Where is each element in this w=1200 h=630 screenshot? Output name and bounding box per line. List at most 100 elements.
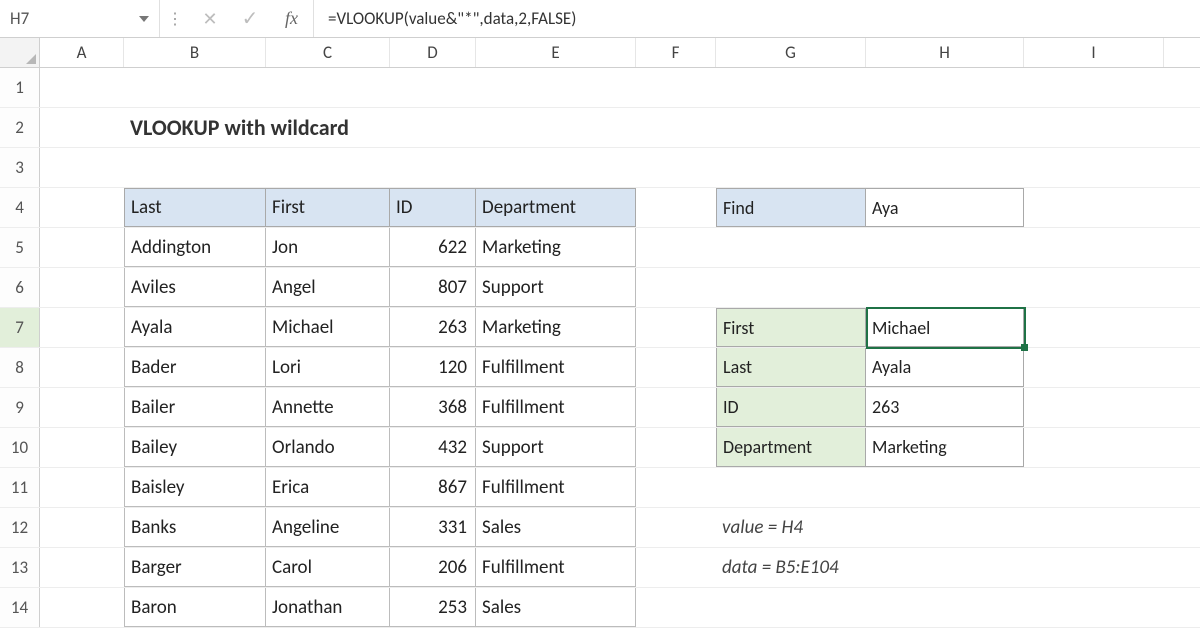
- formula-input[interactable]: =VLOOKUP(value&"*",data,2,FALSE): [314, 0, 1200, 37]
- cell-id[interactable]: 807: [390, 268, 476, 307]
- cell[interactable]: [636, 188, 716, 227]
- table-header-dept[interactable]: Department: [476, 188, 636, 227]
- row-header[interactable]: 3: [0, 148, 40, 187]
- cell[interactable]: [40, 588, 124, 627]
- cell[interactable]: [40, 308, 124, 347]
- cell[interactable]: [636, 268, 716, 307]
- cell[interactable]: [266, 148, 390, 187]
- cell-id[interactable]: 432: [390, 428, 476, 467]
- cell[interactable]: [1024, 268, 1164, 307]
- cell[interactable]: [866, 268, 1024, 307]
- select-all-corner[interactable]: [0, 38, 40, 67]
- cell[interactable]: [476, 68, 636, 107]
- cell[interactable]: [866, 148, 1024, 187]
- cell-first[interactable]: Orlando: [266, 428, 390, 467]
- row-header[interactable]: 10: [0, 428, 40, 467]
- cell-dept[interactable]: Sales: [476, 508, 636, 547]
- col-header-a[interactable]: A: [40, 38, 124, 67]
- cell-first[interactable]: Lori: [266, 348, 390, 387]
- table-header-first[interactable]: First: [266, 188, 390, 227]
- cell[interactable]: [636, 68, 716, 107]
- cell[interactable]: [40, 508, 124, 547]
- cell-dept[interactable]: Marketing: [476, 308, 636, 347]
- cell-last[interactable]: Banks: [124, 508, 266, 547]
- cell[interactable]: [636, 228, 716, 267]
- cell[interactable]: [636, 548, 716, 587]
- cell-last[interactable]: Bader: [124, 348, 266, 387]
- cell[interactable]: [716, 108, 866, 147]
- cell-first[interactable]: Jon: [266, 228, 390, 267]
- cell[interactable]: [636, 308, 716, 347]
- cell-last[interactable]: Baron: [124, 588, 266, 627]
- cell-first[interactable]: Jonathan: [266, 588, 390, 627]
- col-header-g[interactable]: G: [716, 38, 866, 67]
- result-value[interactable]: Marketing: [866, 428, 1024, 467]
- col-header-d[interactable]: D: [390, 38, 476, 67]
- cell-dept[interactable]: Sales: [476, 588, 636, 627]
- cell[interactable]: [866, 588, 1024, 627]
- cell[interactable]: [716, 468, 866, 507]
- cell[interactable]: [636, 108, 716, 147]
- cell[interactable]: [40, 348, 124, 387]
- table-header-id[interactable]: ID: [390, 188, 476, 227]
- cell-id[interactable]: 331: [390, 508, 476, 547]
- cell[interactable]: [1024, 548, 1164, 587]
- cell[interactable]: [716, 68, 866, 107]
- insert-function-button[interactable]: fx: [270, 0, 314, 37]
- cell-first[interactable]: Carol: [266, 548, 390, 587]
- cell-dept[interactable]: Marketing: [476, 228, 636, 267]
- cell-dept[interactable]: Support: [476, 428, 636, 467]
- row-header[interactable]: 11: [0, 468, 40, 507]
- cell[interactable]: [1024, 348, 1164, 387]
- cell[interactable]: [1024, 588, 1164, 627]
- cell[interactable]: [40, 188, 124, 227]
- cell-last[interactable]: Bailey: [124, 428, 266, 467]
- result-label[interactable]: ID: [716, 388, 866, 427]
- cell-id[interactable]: 368: [390, 388, 476, 427]
- cancel-icon[interactable]: ✕: [190, 0, 230, 37]
- cell[interactable]: [476, 148, 636, 187]
- cell[interactable]: [40, 268, 124, 307]
- cell-last[interactable]: Barger: [124, 548, 266, 587]
- row-header[interactable]: 2: [0, 108, 40, 147]
- col-header-i[interactable]: I: [1024, 38, 1164, 67]
- cell[interactable]: [1024, 468, 1164, 507]
- cell[interactable]: [1024, 508, 1164, 547]
- cell-dept[interactable]: Fulfillment: [476, 548, 636, 587]
- note-data[interactable]: data = B5:E104: [716, 548, 866, 587]
- cell[interactable]: [636, 508, 716, 547]
- result-label[interactable]: Last: [716, 348, 866, 387]
- cell-first[interactable]: Michael: [266, 308, 390, 347]
- cell[interactable]: [40, 108, 124, 147]
- cell[interactable]: [266, 108, 390, 147]
- col-header-h[interactable]: H: [866, 38, 1024, 67]
- cell[interactable]: [40, 548, 124, 587]
- col-header-c[interactable]: C: [266, 38, 390, 67]
- cell[interactable]: [866, 548, 1024, 587]
- cell[interactable]: [40, 148, 124, 187]
- cell[interactable]: [866, 228, 1024, 267]
- cell-first[interactable]: Erica: [266, 468, 390, 507]
- col-header-b[interactable]: B: [124, 38, 266, 67]
- cell-first[interactable]: Angel: [266, 268, 390, 307]
- cell[interactable]: [40, 468, 124, 507]
- cell[interactable]: [636, 388, 716, 427]
- cell-last[interactable]: Baisley: [124, 468, 266, 507]
- cell[interactable]: [124, 68, 266, 107]
- cell-dept[interactable]: Fulfillment: [476, 388, 636, 427]
- find-label[interactable]: Find: [716, 188, 866, 227]
- col-header-f[interactable]: F: [636, 38, 716, 67]
- cell[interactable]: [1024, 428, 1164, 467]
- row-header[interactable]: 7: [0, 308, 40, 347]
- cell[interactable]: [866, 108, 1024, 147]
- row-header[interactable]: 5: [0, 228, 40, 267]
- result-value[interactable]: Michael: [866, 308, 1024, 347]
- cell[interactable]: [866, 508, 1024, 547]
- cell[interactable]: [40, 428, 124, 467]
- cell[interactable]: [716, 228, 866, 267]
- cell[interactable]: [40, 388, 124, 427]
- note-value[interactable]: value = H4: [716, 508, 866, 547]
- row-header[interactable]: 9: [0, 388, 40, 427]
- cell-id[interactable]: 206: [390, 548, 476, 587]
- cell-last[interactable]: Aviles: [124, 268, 266, 307]
